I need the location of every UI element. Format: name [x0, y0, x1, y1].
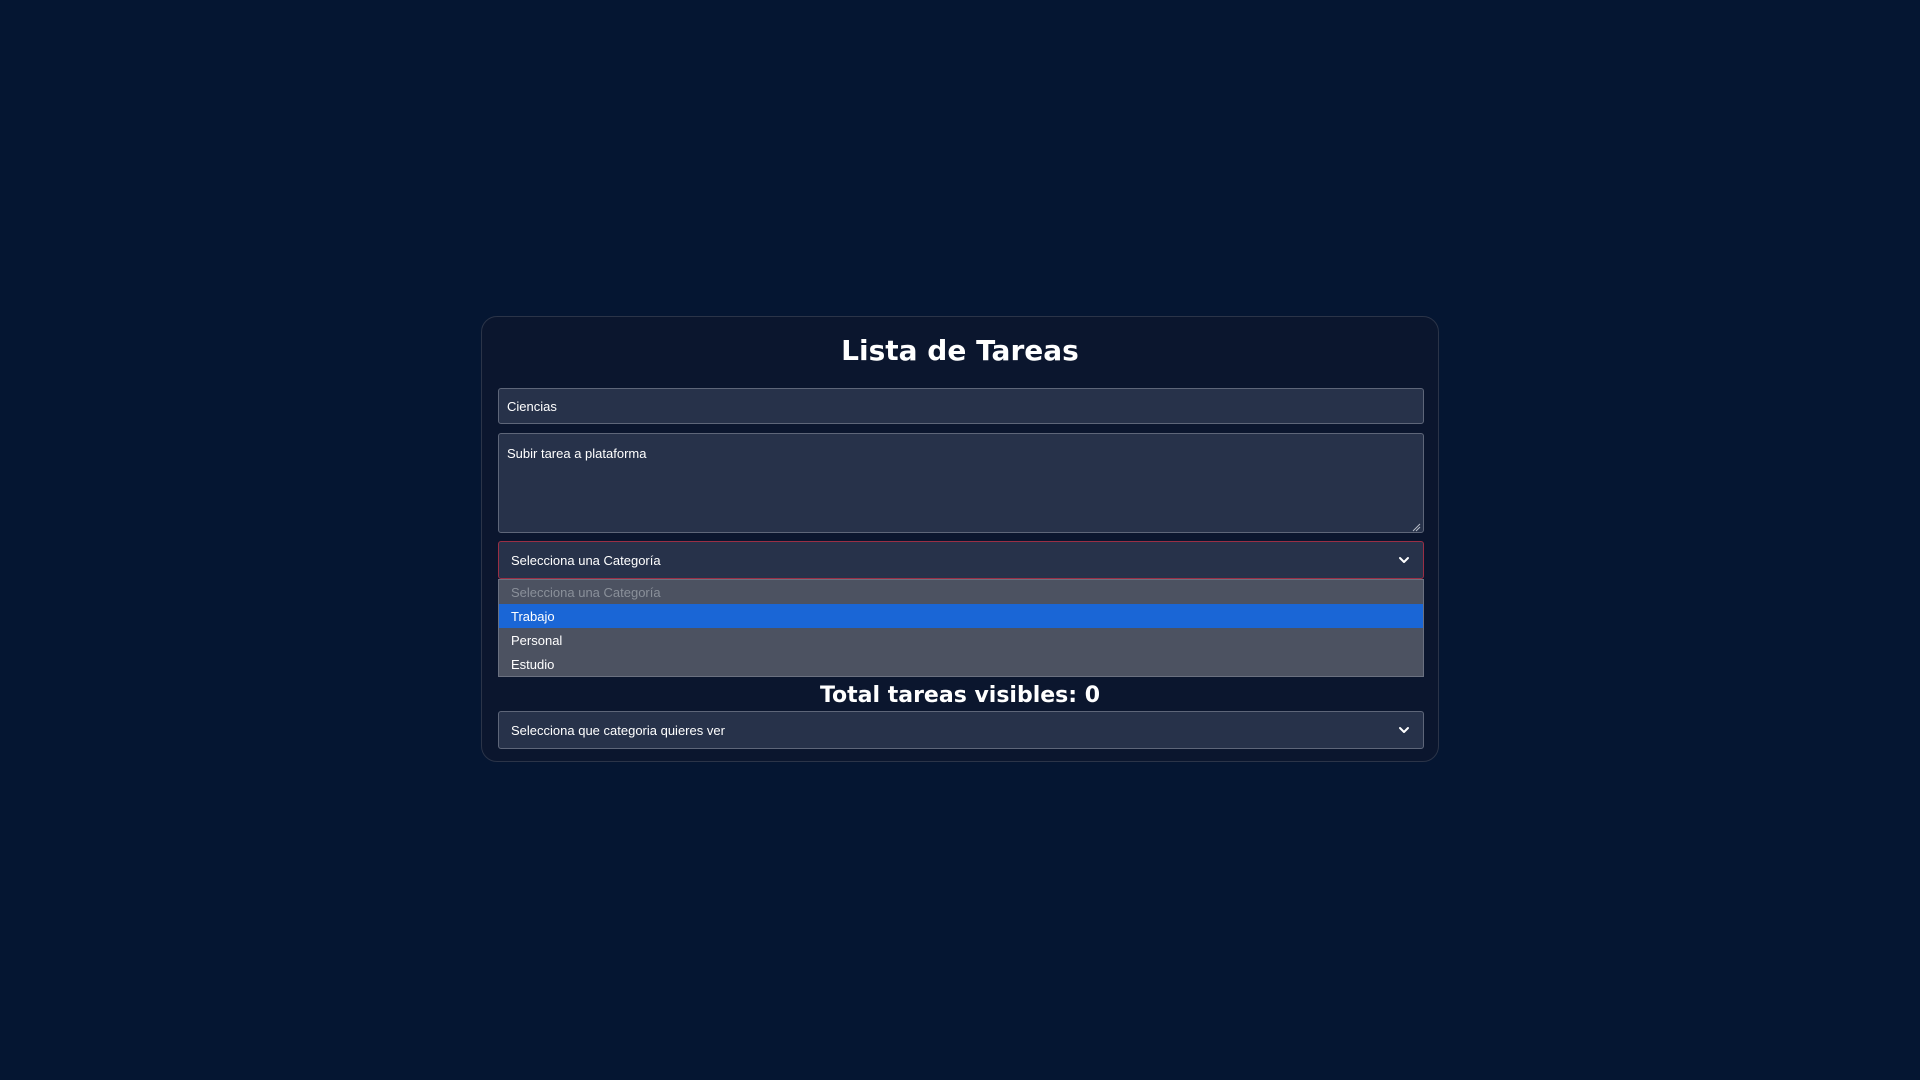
page-title: Lista de Tareas — [841, 334, 1079, 367]
category-filter-select[interactable]: Selecciona que categoria quieres ver — [498, 711, 1424, 749]
task-list-card: Lista de Tareas Ciencias Subir tarea a p… — [481, 316, 1439, 762]
task-name-value: Ciencias — [507, 398, 557, 414]
category-filter-value: Selecciona que categoria quieres ver — [511, 722, 725, 738]
category-dropdown-list[interactable]: Selecciona una Categoría Trabajo Persona… — [498, 579, 1424, 677]
total-visible-tasks: Total tareas visibles: 0 — [819, 683, 1101, 708]
resize-handle-icon[interactable] — [1411, 520, 1421, 532]
category-option-placeholder: Selecciona una Categoría — [511, 584, 661, 600]
category-option-trabajo[interactable]: Trabajo — [499, 604, 1423, 628]
category-select-value: Selecciona una Categoría — [511, 552, 661, 568]
task-name-input[interactable]: Ciencias — [498, 388, 1424, 424]
chevron-down-icon — [1397, 553, 1411, 567]
task-description-value: Subir tarea a plataforma — [507, 446, 647, 461]
category-select[interactable]: Selecciona una Categoría — [498, 541, 1424, 579]
task-description-textarea[interactable]: Subir tarea a plataforma — [498, 433, 1424, 533]
category-option-estudio[interactable]: Estudio — [499, 652, 1423, 676]
category-option-personal[interactable]: Personal — [499, 628, 1423, 652]
chevron-down-icon — [1397, 723, 1411, 737]
